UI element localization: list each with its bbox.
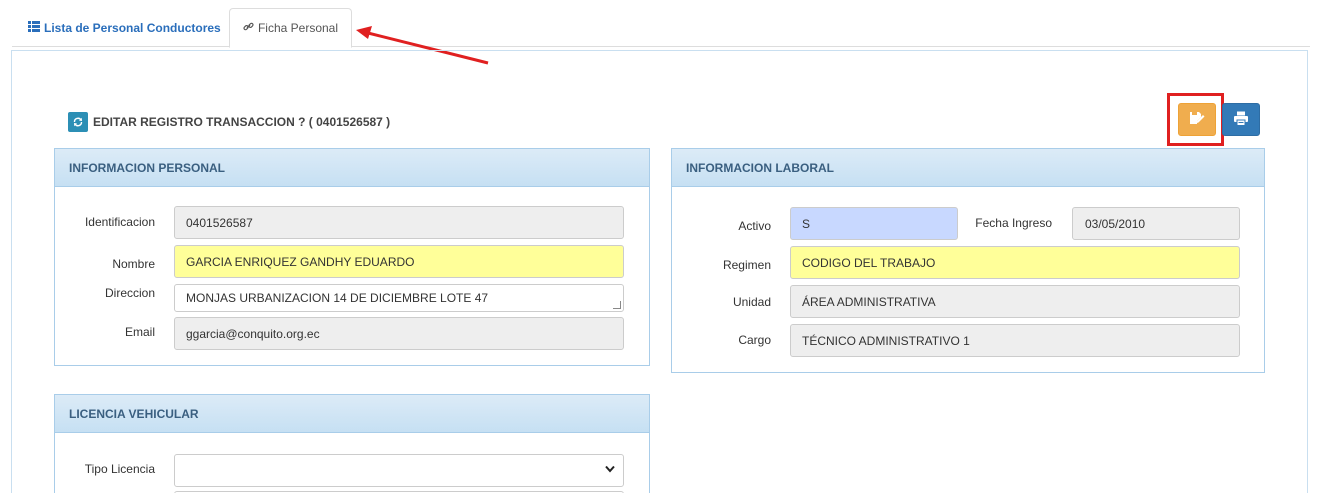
print-icon: [1233, 111, 1249, 129]
tab-lista-personal[interactable]: Lista de Personal Conductores: [16, 8, 233, 47]
chevron-down-icon: [605, 465, 615, 476]
page-title-text: EDITAR REGISTRO TRANSACCION ? ( 04015265…: [93, 115, 391, 129]
refresh-icon: [68, 112, 88, 132]
tab-lista-label: Lista de Personal Conductores: [44, 20, 221, 35]
unidad-label: Unidad: [732, 295, 771, 309]
panel-heading: INFORMACION LABORAL: [672, 149, 1264, 187]
cargo-label: Cargo: [738, 333, 771, 347]
identificacion-field[interactable]: 0401526587: [174, 206, 624, 239]
unidad-field[interactable]: ÁREA ADMINISTRATIVA: [790, 285, 1240, 318]
tab-bar: Lista de Personal Conductores Ficha Pers…: [12, 8, 1310, 48]
nombre-field[interactable]: GARCIA ENRIQUEZ GANDHY EDUARDO: [174, 245, 624, 278]
cargo-field[interactable]: TÉCNICO ADMINISTRATIVO 1: [790, 324, 1240, 357]
page-title: EDITAR REGISTRO TRANSACCION ? ( 04015265…: [68, 112, 390, 132]
identificacion-label: Identificacion: [84, 215, 155, 229]
regimen-field[interactable]: CODIGO DEL TRABAJO: [790, 246, 1240, 279]
direccion-value: MONJAS URBANIZACION 14 DE DICIEMBRE LOTE…: [186, 291, 489, 305]
print-button[interactable]: [1222, 103, 1260, 136]
activo-label: Activo: [738, 219, 771, 233]
save-edit-icon: [1189, 111, 1205, 128]
tab-ficha-personal[interactable]: Ficha Personal: [229, 8, 352, 48]
panel-heading: INFORMACION PERSONAL: [55, 149, 649, 187]
panel-informacion-personal: INFORMACION PERSONAL Identificacion 0401…: [54, 148, 650, 366]
tab-ficha-label: Ficha Personal: [257, 21, 339, 35]
list-icon: [28, 20, 40, 35]
tipo-licencia-label: Tipo Licencia: [84, 462, 155, 476]
direccion-textarea[interactable]: MONJAS URBANIZACION 14 DE DICIEMBRE LOTE…: [174, 284, 624, 312]
activo-field[interactable]: S: [790, 207, 958, 240]
fecha-ingreso-field[interactable]: 03/05/2010: [1072, 207, 1240, 240]
save-edit-button[interactable]: [1178, 103, 1216, 136]
email-field[interactable]: ggarcia@conquito.org.ec: [174, 317, 624, 350]
regimen-label: Regimen: [722, 258, 771, 272]
panel-heading: LICENCIA VEHICULAR: [55, 395, 649, 433]
tipo-licencia-select[interactable]: [174, 454, 624, 487]
resize-handle[interactable]: [613, 301, 621, 309]
direccion-label: Direccion: [104, 286, 155, 300]
link-icon: [243, 21, 254, 35]
fecha-ingreso-label: Fecha Ingreso: [975, 216, 1052, 230]
panel-licencia-vehicular: LICENCIA VEHICULAR Tipo Licencia: [54, 394, 650, 493]
nombre-label: Nombre: [112, 257, 155, 271]
panel-informacion-laboral: INFORMACION LABORAL Activo S Fecha Ingre…: [671, 148, 1265, 373]
email-label: Email: [124, 325, 155, 339]
